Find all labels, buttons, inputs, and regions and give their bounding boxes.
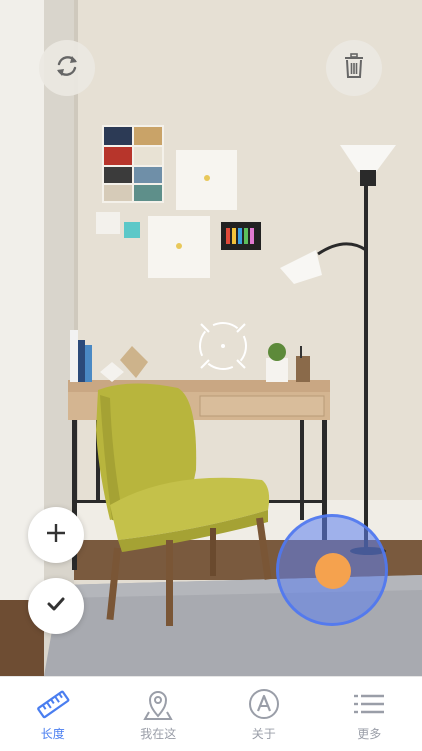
tab-length[interactable]: 长度 bbox=[0, 677, 106, 751]
ruler-icon bbox=[36, 687, 70, 721]
about-icon bbox=[247, 687, 281, 721]
capture-dot bbox=[315, 553, 351, 589]
tab-about[interactable]: 关于 bbox=[211, 677, 317, 751]
tab-bar: 长度 我在这 关于 bbox=[0, 676, 422, 751]
location-pin-icon bbox=[141, 687, 175, 721]
measure-capture-button[interactable] bbox=[276, 514, 388, 626]
plus-icon bbox=[45, 522, 67, 548]
confirm-button[interactable] bbox=[28, 578, 84, 634]
tab-more-label: 更多 bbox=[357, 725, 381, 742]
reset-button[interactable] bbox=[39, 40, 95, 96]
poster-collage bbox=[102, 125, 164, 203]
tab-more[interactable]: 更多 bbox=[317, 677, 422, 751]
tab-here-label: 我在这 bbox=[140, 725, 176, 742]
menu-list-icon bbox=[352, 687, 386, 721]
tab-here[interactable]: 我在这 bbox=[106, 677, 212, 751]
refresh-icon bbox=[53, 52, 81, 84]
tab-length-label: 长度 bbox=[41, 725, 65, 742]
tab-about-label: 关于 bbox=[252, 725, 276, 742]
checkmark-icon bbox=[46, 595, 66, 617]
delete-button[interactable] bbox=[326, 40, 382, 96]
trash-icon bbox=[342, 53, 366, 83]
add-point-button[interactable] bbox=[28, 507, 84, 563]
crosshair-reticle bbox=[193, 316, 253, 376]
